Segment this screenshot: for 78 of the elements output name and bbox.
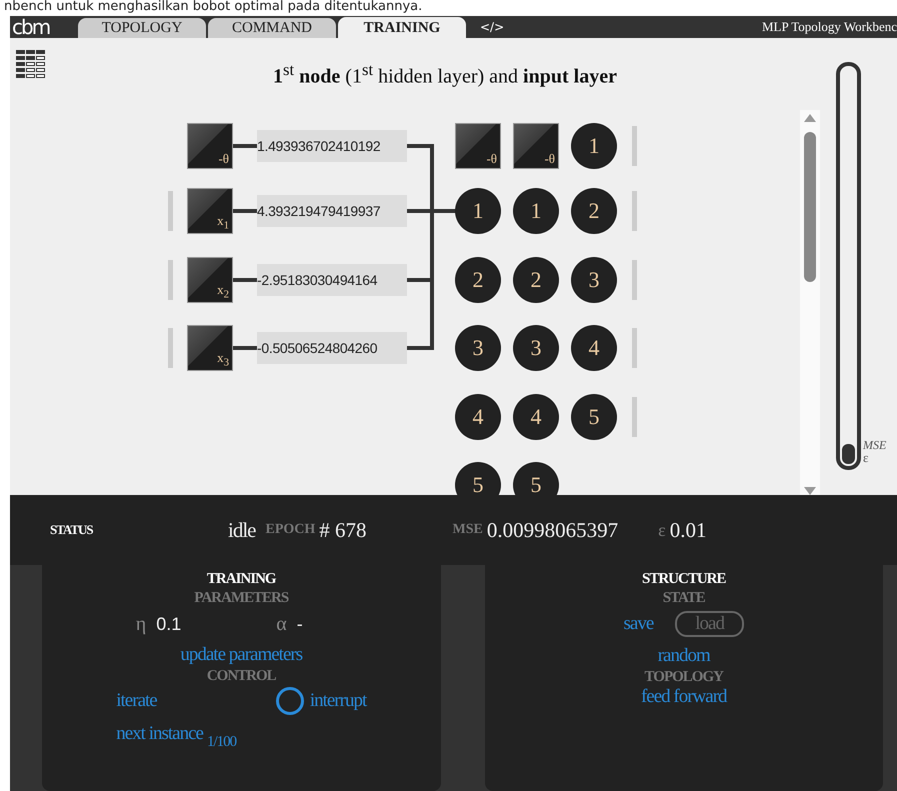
input-node[interactable]: x$_{3}$ (188, 326, 232, 370)
status-label: STATUS (50, 522, 94, 538)
epsilon-value: 0.01 (670, 518, 706, 542)
iterate-link[interactable]: iterate (116, 690, 157, 712)
section-heading: PARAMETERS (194, 590, 288, 607)
tab[interactable]: COMMAND (208, 18, 336, 38)
card-title: STRUCTURE (642, 571, 726, 588)
parameter-value[interactable]: 0.1 (156, 614, 236, 635)
bias-node[interactable]: -θ (456, 124, 500, 168)
drag-handle[interactable] (632, 191, 637, 231)
connector-line (232, 278, 257, 282)
input-node[interactable]: -θ (188, 124, 232, 168)
save-link[interactable]: save (624, 613, 654, 635)
neuron-node[interactable]: 2 (571, 188, 617, 234)
drag-handle[interactable] (168, 328, 173, 368)
section-heading: CONTROL (206, 668, 276, 685)
section-heading: TOPOLOGY (644, 669, 723, 686)
neuron-node[interactable]: 4 (571, 325, 617, 371)
neuron-node[interactable]: 1 (571, 123, 617, 169)
connector-line (232, 144, 257, 148)
input-node[interactable]: x$_{1}$ (188, 189, 232, 233)
card-title: TRAINING (206, 571, 276, 588)
neuron-node[interactable]: 4 (455, 394, 501, 440)
gauge-label: ε (863, 450, 868, 466)
connector-line (232, 209, 257, 213)
neuron-node[interactable]: 1 (455, 188, 501, 234)
update-parameters-link[interactable]: update parameters (180, 644, 302, 666)
parameter-value[interactable]: - (296, 614, 377, 635)
instance-counter: 1/100 (206, 734, 236, 751)
weight-field[interactable]: 1.493936702410192 (257, 130, 407, 162)
neuron-node[interactable]: 4 (513, 394, 559, 440)
epsilon-label: ε (658, 520, 666, 540)
input-node[interactable]: x$_{2}$ (188, 258, 232, 302)
weight-field[interactable]: -2.95183030494164 (257, 264, 407, 296)
parameter-symbol: α (276, 613, 287, 636)
neuron-node[interactable]: 5 (513, 462, 559, 495)
epoch-value: # 678 (319, 518, 367, 542)
neuron-node[interactable]: 3 (513, 325, 559, 371)
mse-value: 0.00998065397 (486, 518, 618, 542)
random-link[interactable]: random (658, 645, 710, 667)
drag-handle[interactable] (632, 328, 637, 368)
drag-handle[interactable] (632, 397, 637, 437)
weight-field[interactable]: 4.393219479419937 (257, 195, 407, 227)
drag-handle[interactable] (632, 126, 637, 166)
circle-icon (276, 687, 304, 715)
neuron-node[interactable]: 3 (571, 257, 617, 303)
section-heading: STATE (662, 590, 705, 607)
neuron-node[interactable]: 5 (455, 462, 501, 495)
parameter-symbol: η (136, 613, 146, 636)
scroll-up-icon[interactable] (804, 114, 816, 122)
code-tab[interactable]: </> (480, 20, 504, 34)
app-title: MLP Topology Workbenc (762, 19, 897, 35)
caption-text: nbench untuk menghasilkan bobot optimal pada ditentukannya. (3, 0, 424, 16)
tab[interactable]: TOPOLOGY (78, 18, 206, 38)
neuron-node[interactable]: 2 (513, 257, 559, 303)
connector-line (232, 346, 257, 350)
gauge-label: MSE (863, 438, 886, 453)
interrupt-link[interactable]: interrupt (310, 690, 366, 712)
bias-node[interactable]: -θ (514, 124, 558, 168)
epoch-label: EPOCH (266, 522, 316, 538)
grid-icon[interactable] (16, 50, 46, 80)
drag-handle[interactable] (168, 191, 173, 231)
drag-handle[interactable] (168, 260, 173, 300)
tab[interactable]: TRAINING (338, 17, 466, 40)
logo[interactable]: cbm (10, 16, 78, 38)
neuron-node[interactable]: 2 (455, 257, 501, 303)
status-value: idle (228, 518, 256, 542)
drag-handle[interactable] (632, 260, 637, 300)
weight-field[interactable]: -0.50506524804260 (257, 332, 407, 364)
scroll-thumb[interactable] (804, 132, 816, 282)
neuron-node[interactable]: 3 (455, 325, 501, 371)
next-instance-link[interactable]: next instance (116, 723, 203, 745)
diagram-title: 1$^{st}$ node (1$^{st}$ hidden layer) and input layer (272, 60, 618, 89)
mse-label: MSE (452, 522, 483, 538)
topology-link[interactable]: feed forward (640, 686, 727, 708)
neuron-node[interactable]: 5 (571, 394, 617, 440)
neuron-node[interactable]: 1 (513, 188, 559, 234)
scrollbar[interactable] (800, 110, 820, 495)
